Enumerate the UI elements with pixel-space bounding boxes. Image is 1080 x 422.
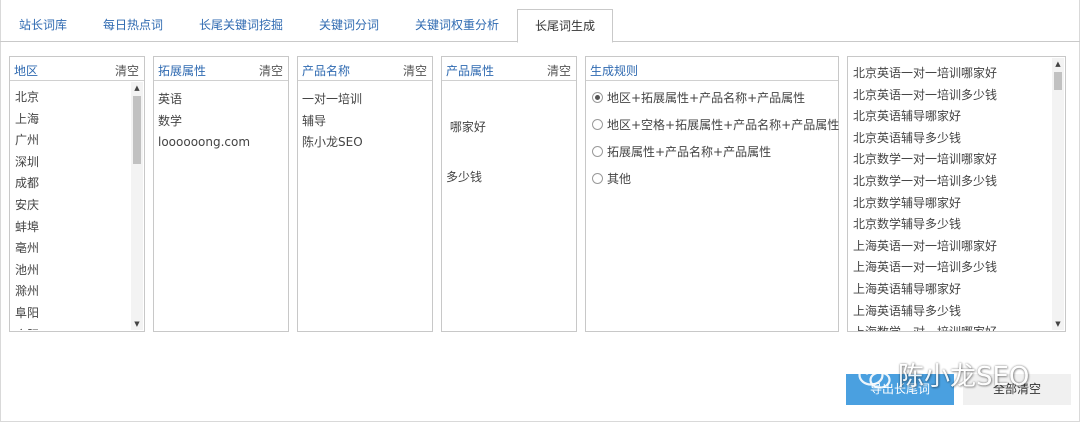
result-scrollbar[interactable]: ▲ ▼ [1052, 58, 1064, 330]
rule-option-label: 拓展属性+产品名称+产品属性 [607, 145, 772, 159]
rules-panel: 生成规则 地区+拓展属性+产品名称+产品属性 地区+空格+拓展属性+产品名称+产… [585, 56, 839, 332]
list-item[interactable]: 英语 [158, 89, 250, 111]
tab-longtail-generate[interactable]: 长尾词生成 [517, 9, 613, 43]
list-item[interactable]: 上海数学一对一培训哪家好 [853, 322, 997, 331]
result-panel: 北京英语一对一培训哪家好 北京英语一对一培训多少钱 北京英语辅导哪家好 北京英语… [847, 56, 1066, 332]
ext-attr-list[interactable]: 英语 数学 loooooong.com [158, 89, 250, 154]
radio-icon[interactable] [592, 119, 603, 130]
rules-title: 生成规则 [590, 64, 639, 78]
list-item[interactable]: 一对一培训 [302, 89, 363, 111]
product-name-clear-button[interactable]: 清空 [403, 62, 427, 79]
list-item[interactable]: 上海英语一对一培训多少钱 [853, 257, 997, 279]
region-list-viewport[interactable]: 北京 上海 广州 深圳 成都 安庆 蚌埠 亳州 池州 滁州 阜阳 合肥 [11, 82, 130, 330]
list-item[interactable]: 上海英语一对一培训哪家好 [853, 236, 997, 258]
result-list: 北京英语一对一培训哪家好 北京英语一对一培训多少钱 北京英语辅导哪家好 北京英语… [853, 63, 997, 331]
scroll-thumb[interactable] [133, 96, 141, 164]
list-item[interactable]: 上海 [15, 109, 39, 131]
rule-option-3[interactable]: 拓展属性+产品名称+产品属性 [592, 143, 771, 161]
wechat-icon [858, 364, 891, 389]
list-item[interactable]: 北京数学辅导多少钱 [853, 214, 997, 236]
list-item[interactable]: 合肥 [15, 325, 39, 330]
list-item[interactable]: 陈小龙SEO [302, 132, 363, 154]
product-name-panel-header: 产品名称 清空 [298, 57, 432, 81]
product-attr-panel: 产品属性 清空 哪家好 多少钱 [441, 56, 577, 332]
product-name-list[interactable]: 一对一培训 辅导 陈小龙SEO [302, 89, 363, 154]
product-name-title: 产品名称 [302, 64, 351, 78]
list-item[interactable]: 阜阳 [15, 303, 39, 325]
region-panel: 地区 清空 北京 上海 广州 深圳 成都 安庆 蚌埠 亳州 池州 滁州 阜阳 合… [9, 56, 145, 332]
radio-checked-icon[interactable] [592, 92, 603, 103]
list-item[interactable]: loooooong.com [158, 132, 250, 154]
rule-option-label: 其他 [607, 172, 632, 186]
list-item[interactable]: 蚌埠 [15, 217, 39, 239]
list-item[interactable]: 北京 [15, 87, 39, 109]
result-list-viewport[interactable]: 北京英语一对一培训哪家好 北京英语一对一培训多少钱 北京英语辅导哪家好 北京英语… [848, 57, 1051, 331]
list-item[interactable]: 成都 [15, 173, 39, 195]
watermark-text: 陈小龙SEO [898, 362, 1030, 392]
region-title: 地区 [14, 64, 39, 78]
list-item[interactable]: 北京英语辅导哪家好 [853, 106, 997, 128]
list-item[interactable]: 数学 [158, 111, 250, 133]
product-attr-title: 产品属性 [446, 64, 495, 78]
ext-attr-panel-header: 拓展属性 清空 [154, 57, 288, 81]
scroll-up-icon[interactable]: ▲ [131, 82, 143, 94]
list-item[interactable]: 北京数学一对一培训哪家好 [853, 149, 997, 171]
list-item[interactable]: 北京英语辅导多少钱 [853, 128, 997, 150]
rule-option-1[interactable]: 地区+拓展属性+产品名称+产品属性 [592, 89, 805, 107]
region-clear-button[interactable]: 清空 [115, 62, 139, 79]
rule-option-label: 地区+拓展属性+产品名称+产品属性 [607, 91, 806, 105]
list-item[interactable]: 北京数学辅导哪家好 [853, 193, 997, 215]
list-item[interactable]: 多少钱 [446, 167, 486, 189]
product-attr-clear-button[interactable]: 清空 [547, 62, 571, 79]
region-list: 北京 上海 广州 深圳 成都 安庆 蚌埠 亳州 池州 滁州 阜阳 合肥 [15, 87, 39, 330]
rule-option-4[interactable]: 其他 [592, 170, 631, 188]
list-item[interactable]: 亳州 [15, 238, 39, 260]
product-attr-panel-header: 产品属性 清空 [442, 57, 576, 81]
list-item[interactable]: 上海英语辅导多少钱 [853, 301, 997, 323]
list-item[interactable]: 哪家好 [446, 117, 486, 139]
ext-attr-title: 拓展属性 [158, 64, 207, 78]
region-scrollbar[interactable]: ▲ ▼ [131, 82, 143, 330]
tab-daily-hot[interactable]: 每日热点词 [94, 9, 172, 42]
list-item[interactable]: 北京数学一对一培训多少钱 [853, 171, 997, 193]
list-item[interactable]: 滁州 [15, 281, 39, 303]
tab-longtail-mining[interactable]: 长尾关键词挖掘 [190, 9, 292, 42]
list-item[interactable]: 上海英语辅导哪家好 [853, 279, 997, 301]
tab-site-keywords[interactable]: 站长词库 [10, 9, 76, 42]
list-item[interactable]: 北京英语一对一培训哪家好 [853, 63, 997, 85]
list-item[interactable]: 北京英语一对一培训多少钱 [853, 85, 997, 107]
scroll-down-icon[interactable]: ▼ [131, 318, 143, 330]
list-item[interactable]: 辅导 [302, 111, 363, 133]
rule-option-2[interactable]: 地区+空格+拓展属性+产品名称+产品属性 [592, 116, 839, 134]
product-attr-list[interactable]: 哪家好 多少钱 [446, 89, 486, 216]
region-panel-header: 地区 清空 [10, 57, 144, 81]
ext-attr-panel: 拓展属性 清空 英语 数学 loooooong.com [153, 56, 289, 332]
watermark: 陈小龙SEO [858, 356, 1029, 396]
product-name-panel: 产品名称 清空 一对一培训 辅导 陈小龙SEO [297, 56, 433, 332]
scroll-down-icon[interactable]: ▼ [1052, 318, 1064, 330]
scroll-up-icon[interactable]: ▲ [1052, 58, 1064, 70]
ext-attr-clear-button[interactable]: 清空 [259, 62, 283, 79]
tab-keyword-segment[interactable]: 关键词分词 [309, 9, 389, 42]
radio-icon[interactable] [592, 146, 603, 157]
list-item[interactable]: 广州 [15, 130, 39, 152]
list-item[interactable]: 深圳 [15, 152, 39, 174]
radio-icon[interactable] [592, 173, 603, 184]
list-item[interactable]: 安庆 [15, 195, 39, 217]
rule-option-label: 地区+空格+拓展属性+产品名称+产品属性 [607, 118, 840, 132]
scroll-thumb[interactable] [1054, 72, 1062, 90]
list-item[interactable]: 池州 [15, 260, 39, 282]
tab-keyword-weight[interactable]: 关键词权重分析 [406, 9, 508, 42]
rules-panel-header: 生成规则 [586, 57, 838, 81]
tab-bar: 站长词库 每日热点词 长尾关键词挖掘 关键词分词 关键词权重分析 长尾词生成 [0, 9, 1080, 43]
